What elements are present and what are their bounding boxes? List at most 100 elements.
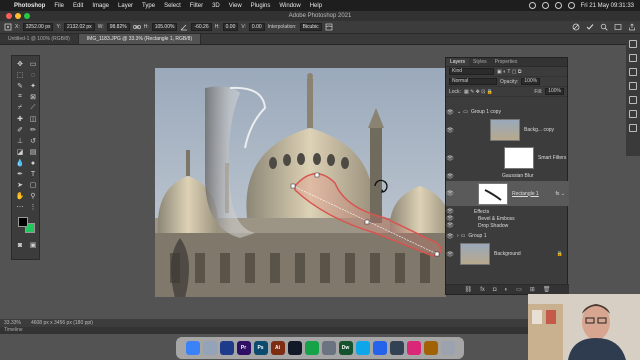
visibility-eye-icon[interactable]: 👁 (446, 233, 454, 240)
new-layer-icon[interactable]: ⊞ (530, 286, 535, 293)
smart-filters-row[interactable]: 👁 Smart Filters (446, 146, 569, 170)
visibility-eye-icon[interactable]: 👁 (446, 173, 454, 180)
music-icon[interactable] (406, 341, 421, 355)
menu-file[interactable]: File (54, 3, 64, 9)
media-icon[interactable] (287, 341, 302, 355)
clone-stamp-tool-icon[interactable]: ⊥ (14, 136, 26, 146)
fx-menu-icon[interactable]: fx (480, 287, 485, 293)
pen-tool-icon[interactable]: ✒ (14, 169, 26, 179)
layer-row-rectangle-1[interactable]: 👁 Rectangle 1 fx ⌄ (446, 181, 569, 206)
tab-properties[interactable]: Properties (491, 58, 522, 66)
bridge-icon[interactable] (219, 341, 234, 355)
warp-mode-icon[interactable] (325, 23, 333, 31)
zoom-level[interactable]: 33.33% (4, 319, 21, 327)
transform-reference-icon[interactable] (4, 23, 12, 31)
magic-wand-tool-icon[interactable]: ✦ (27, 81, 39, 91)
delete-layer-icon[interactable]: 🗑 (543, 286, 551, 293)
fill-field[interactable]: 100% (545, 88, 564, 95)
search-icon[interactable] (600, 23, 608, 31)
dreamweaver-icon[interactable]: Dw (338, 341, 353, 355)
more-tools-icon[interactable]: ⋯ (14, 202, 26, 212)
visibility-eye-icon[interactable]: 👁 (446, 127, 454, 134)
effects-row[interactable]: 👁 Effects (446, 208, 569, 216)
minimize-window-icon[interactable] (15, 13, 21, 19)
workspace-icon[interactable] (614, 23, 622, 31)
files-icon[interactable] (355, 341, 370, 355)
y-field[interactable]: 2132.02 px (63, 23, 95, 31)
crop-tool-icon[interactable]: ⌗ (14, 92, 26, 102)
menu-plugins[interactable]: Plugins (251, 3, 271, 9)
blend-mode-select[interactable]: Normal (449, 78, 497, 85)
notes-icon[interactable] (423, 341, 438, 355)
history-brush-tool-icon[interactable]: ↺ (27, 136, 39, 146)
menu-select[interactable]: Select (164, 3, 181, 9)
wifi-icon[interactable] (541, 2, 549, 9)
visibility-eye-icon[interactable]: 👁 (446, 215, 454, 222)
menu-window[interactable]: Window (279, 3, 300, 9)
menu-layer[interactable]: Layer (118, 3, 133, 9)
marquee-tool-icon[interactable]: ⬚ (14, 70, 26, 80)
fx-icon[interactable]: fx ⌄ (556, 191, 565, 197)
camera-icon[interactable] (389, 341, 404, 355)
zoom-window-icon[interactable] (24, 13, 30, 19)
angle-field[interactable]: -60.26 (191, 23, 212, 31)
x-field[interactable]: 3252.00 px (22, 23, 54, 31)
finder-icon[interactable] (185, 341, 200, 355)
new-group-icon[interactable]: ▭ (516, 286, 522, 293)
lock-icons[interactable]: ▦ ✎ ✥ ⊡ 🔒 (464, 89, 493, 95)
control-center-icon[interactable] (567, 2, 575, 9)
eraser-tool-icon[interactable]: ◪ (14, 147, 26, 157)
document-info[interactable]: 4608 px x 3456 px (180 ppi) (31, 319, 93, 327)
zoom-icon[interactable] (372, 341, 387, 355)
chrome-icon[interactable] (304, 341, 319, 355)
eyedropper-tool-icon[interactable]: ⌿ (14, 103, 26, 113)
visibility-eye-icon[interactable]: 👁 (446, 251, 454, 258)
effect-row-bevel-emboss[interactable]: 👁 Bevel & Emboss (446, 215, 569, 223)
type-tool-icon[interactable]: T (27, 169, 39, 179)
height-field[interactable]: 105.00% (151, 23, 178, 31)
dodge-tool-icon[interactable]: ● (27, 158, 39, 168)
edit-toolbar-icon[interactable]: ⋮ (27, 202, 39, 212)
paths-panel-icon[interactable] (629, 124, 637, 132)
tab-layers[interactable]: Layers (446, 58, 470, 66)
color-panel-icon[interactable] (629, 54, 637, 62)
channels-panel-icon[interactable] (629, 110, 637, 118)
hskew-field[interactable]: 0.00 (222, 23, 239, 31)
settings-icon[interactable] (321, 341, 336, 355)
layer-row-background[interactable]: 👁 Background 🔒 (446, 242, 569, 266)
frame-tool-icon[interactable]: ⊠ (27, 92, 39, 102)
gradient-tool-icon[interactable]: ▤ (27, 147, 39, 157)
foreground-color-swatch[interactable] (18, 217, 28, 227)
lasso-tool-icon[interactable]: ◌ (27, 70, 39, 80)
add-mask-icon[interactable]: ◘ (493, 287, 497, 293)
vskew-field[interactable]: 0.00 (248, 23, 265, 31)
disclosure-chevron-icon[interactable]: › (457, 233, 459, 239)
width-field[interactable]: 98.82% (106, 23, 130, 31)
menu-image[interactable]: Image (92, 3, 109, 9)
menu-3d[interactable]: 3D (212, 3, 220, 9)
visibility-eye-icon[interactable]: 👁 (446, 222, 454, 229)
interpolation-select[interactable]: Bicubic (299, 23, 322, 31)
close-window-icon[interactable] (6, 13, 12, 19)
premiere-icon[interactable]: Pr (236, 341, 251, 355)
adjustment-layer-icon[interactable]: ◐ (504, 287, 508, 293)
swatches-panel-icon[interactable] (629, 68, 637, 76)
layer-row-group-1-copy[interactable]: 👁 ⌄ ▭ Group 1 copy (446, 107, 569, 117)
screen-mode-icon[interactable]: ▣ (27, 240, 39, 250)
path-select-tool-icon[interactable]: ➤ (14, 180, 26, 190)
launchpad-icon[interactable] (202, 341, 217, 355)
menu-help[interactable]: Help (310, 3, 322, 9)
layer-row-background-copy[interactable]: 👁 Backg... copy (446, 118, 569, 142)
filter-icons[interactable]: ▣ ◐ T ▢ ⧉ (497, 69, 521, 75)
menu-edit[interactable]: Edit (73, 3, 83, 9)
quick-select-tool-icon[interactable]: ✎ (14, 81, 26, 91)
libraries-panel-icon[interactable] (629, 96, 637, 104)
artboard-tool-icon[interactable]: ▭ (27, 59, 39, 69)
visibility-eye-icon[interactable]: 👁 (446, 155, 454, 162)
patch-tool-icon[interactable]: ◫ (27, 114, 39, 124)
disclosure-chevron-icon[interactable]: ⌄ (457, 109, 461, 115)
layer-row-group-1[interactable]: 👁 › ▭ Group 1 (446, 231, 569, 241)
filter-row-gaussian-blur[interactable]: 👁 Gaussian Blur (446, 172, 569, 180)
visibility-eye-icon[interactable]: 👁 (446, 109, 454, 116)
cancel-transform-icon[interactable] (572, 23, 580, 31)
